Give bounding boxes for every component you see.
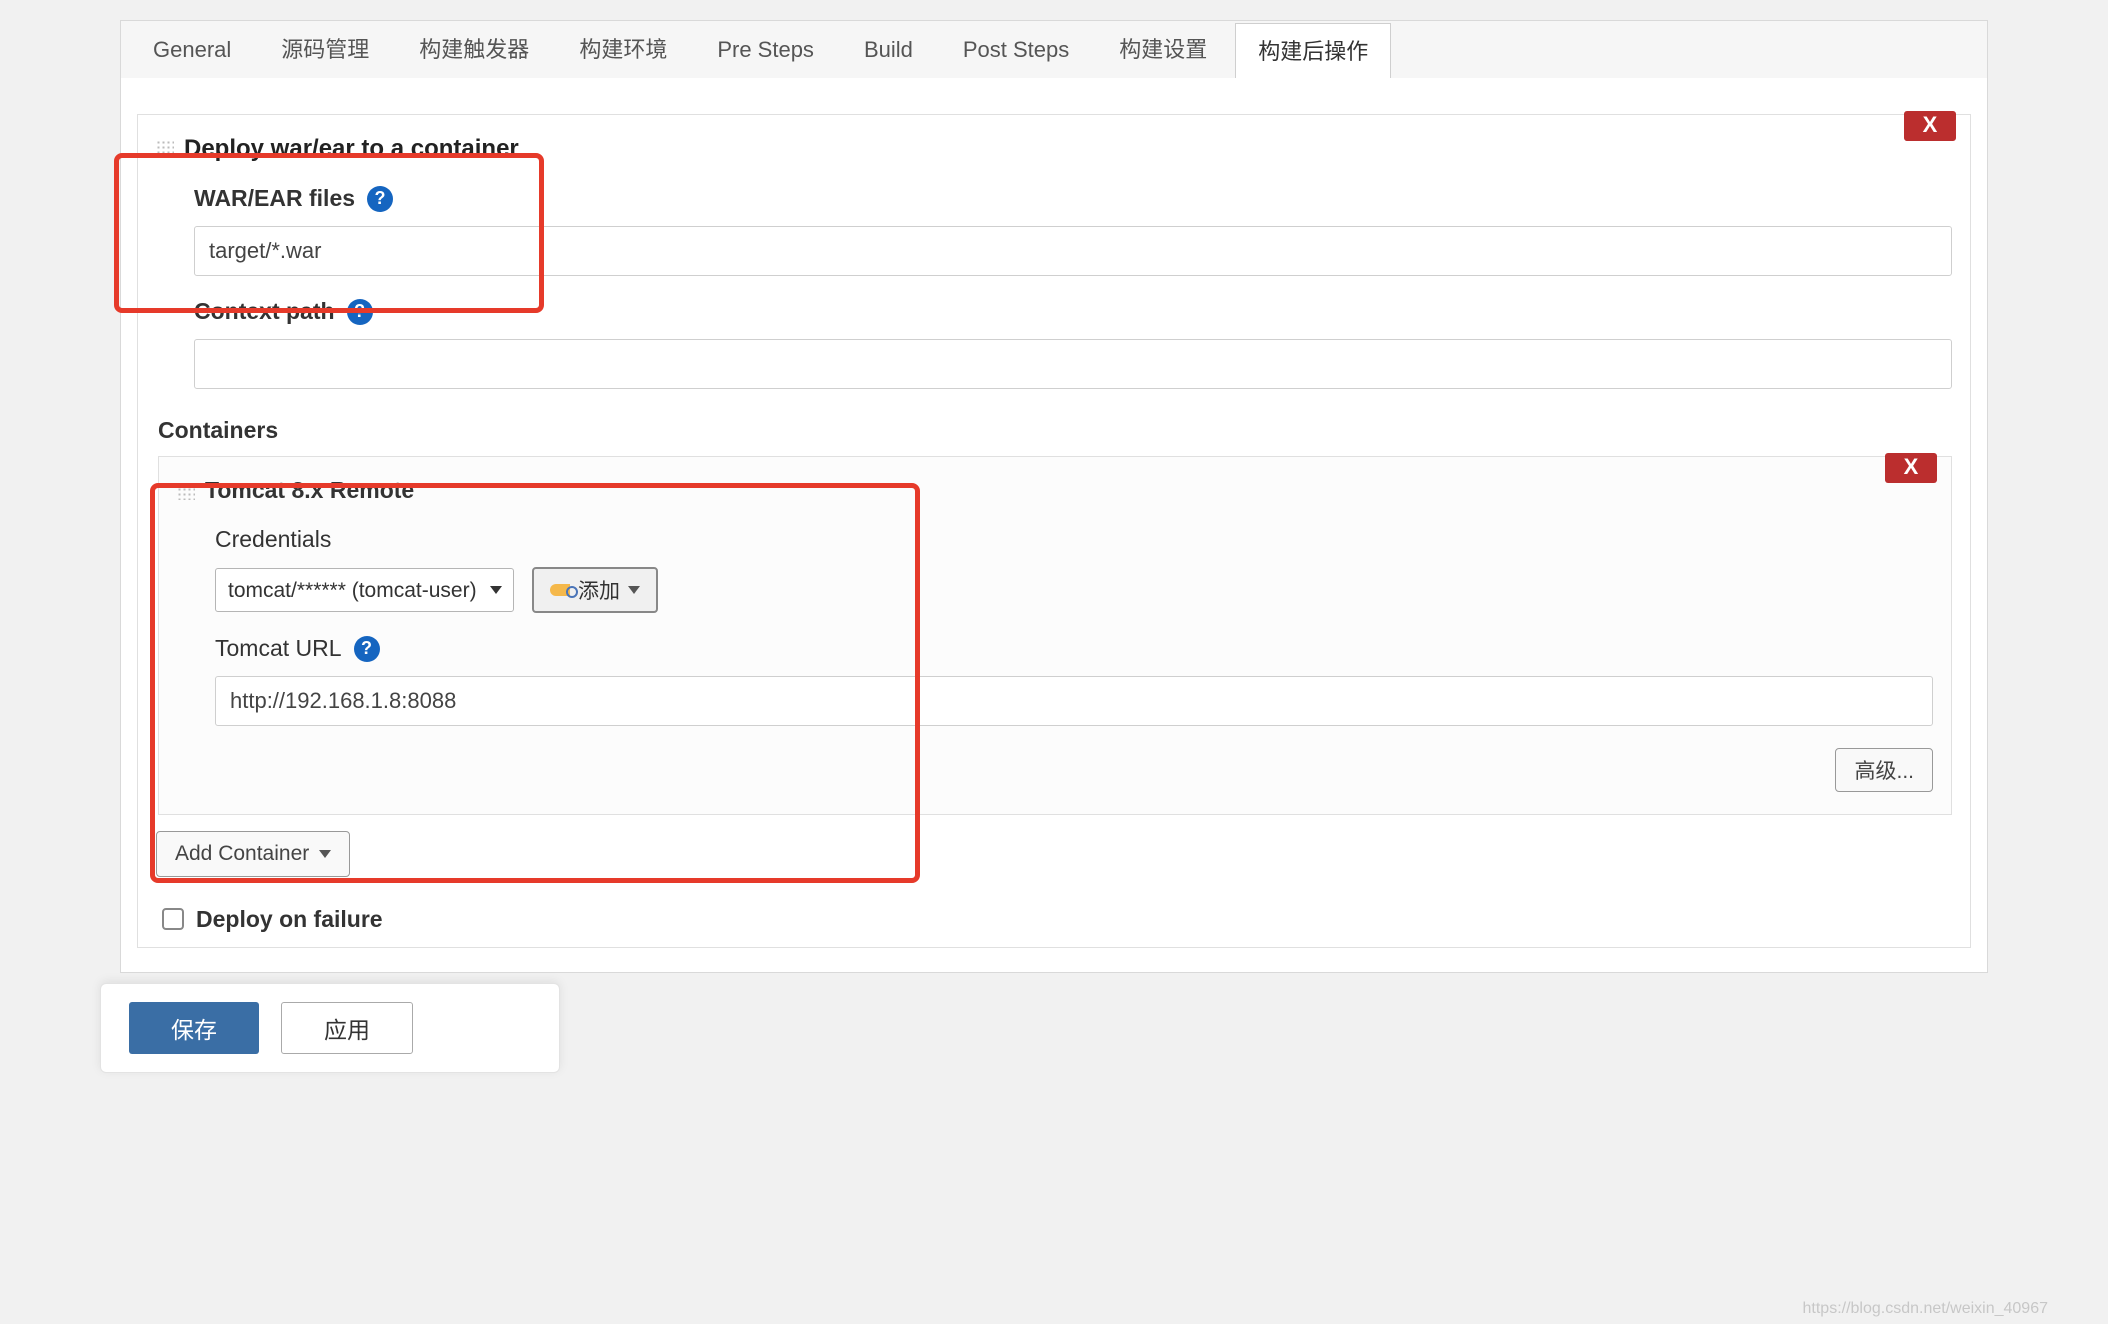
credentials-label: Credentials (215, 526, 331, 553)
tab-build-settings[interactable]: 构建设置 (1097, 22, 1229, 78)
bottom-action-bar: 保存 应用 (100, 983, 560, 1073)
tab-general[interactable]: General (131, 22, 253, 78)
tab-scm[interactable]: 源码管理 (259, 22, 391, 78)
add-credentials-label: 添加 (578, 575, 620, 605)
war-label: WAR/EAR files (194, 185, 355, 212)
tabs-bar: General 源码管理 构建触发器 构建环境 Pre Steps Build … (120, 20, 1988, 78)
container-remove-button[interactable]: X (1885, 453, 1937, 483)
drag-handle-icon[interactable] (156, 140, 174, 158)
chevron-down-icon (319, 850, 331, 858)
deploy-block-title: Deploy war/ear to a container (184, 135, 519, 163)
context-field: Context path ? (194, 298, 1952, 389)
tab-post-build-actions[interactable]: 构建后操作 (1235, 23, 1391, 79)
add-container-label: Add Container (175, 842, 309, 866)
section-heading-truncated (137, 78, 1971, 92)
help-icon[interactable]: ? (367, 186, 393, 212)
containers-section: Containers X Tomcat 8.x Remote Credentia… (156, 417, 1952, 933)
tomcat-url-input[interactable] (215, 676, 1933, 726)
add-credentials-button[interactable]: 添加 (532, 567, 658, 613)
add-container-button[interactable]: Add Container (156, 831, 350, 877)
tab-env[interactable]: 构建环境 (557, 22, 689, 78)
tomcat-url-field: Tomcat URL ? (215, 635, 1933, 726)
drag-handle-icon[interactable] (177, 482, 195, 500)
deploy-block: X Deploy war/ear to a container WAR/EAR … (137, 114, 1971, 948)
watermark-text: https://blog.csdn.net/weixin_40967 (1803, 1300, 2049, 1318)
container-title: Tomcat 8.x Remote (205, 477, 414, 504)
chevron-down-icon (628, 586, 640, 594)
deploy-on-failure-row: Deploy on failure (162, 905, 1952, 933)
deploy-block-title-row: Deploy war/ear to a container (156, 135, 1952, 163)
advanced-button[interactable]: 高级... (1835, 748, 1933, 792)
containers-label: Containers (158, 417, 1952, 444)
save-button[interactable]: 保存 (129, 1002, 259, 1054)
tab-pre-steps[interactable]: Pre Steps (695, 22, 836, 78)
container-block: X Tomcat 8.x Remote Credentials tomcat (158, 456, 1952, 815)
apply-button[interactable]: 应用 (281, 1002, 413, 1054)
tab-post-steps[interactable]: Post Steps (941, 22, 1091, 78)
war-field: WAR/EAR files ? (194, 185, 1952, 276)
deploy-on-failure-checkbox[interactable] (162, 908, 184, 930)
help-icon[interactable]: ? (347, 299, 373, 325)
tab-triggers[interactable]: 构建触发器 (397, 22, 551, 78)
tab-build[interactable]: Build (842, 22, 935, 78)
tomcat-url-label: Tomcat URL (215, 635, 342, 662)
deploy-block-remove-button[interactable]: X (1904, 111, 1956, 141)
war-input[interactable] (194, 226, 1952, 276)
credentials-field: Credentials tomcat/****** (tomcat-user) … (215, 526, 1933, 613)
content-panel: X Deploy war/ear to a container WAR/EAR … (120, 78, 1988, 973)
context-label: Context path (194, 298, 335, 325)
deploy-on-failure-label: Deploy on failure (196, 906, 383, 933)
key-icon (550, 584, 570, 596)
help-icon[interactable]: ? (354, 636, 380, 662)
credentials-select[interactable]: tomcat/****** (tomcat-user) (215, 568, 514, 612)
context-input[interactable] (194, 339, 1952, 389)
